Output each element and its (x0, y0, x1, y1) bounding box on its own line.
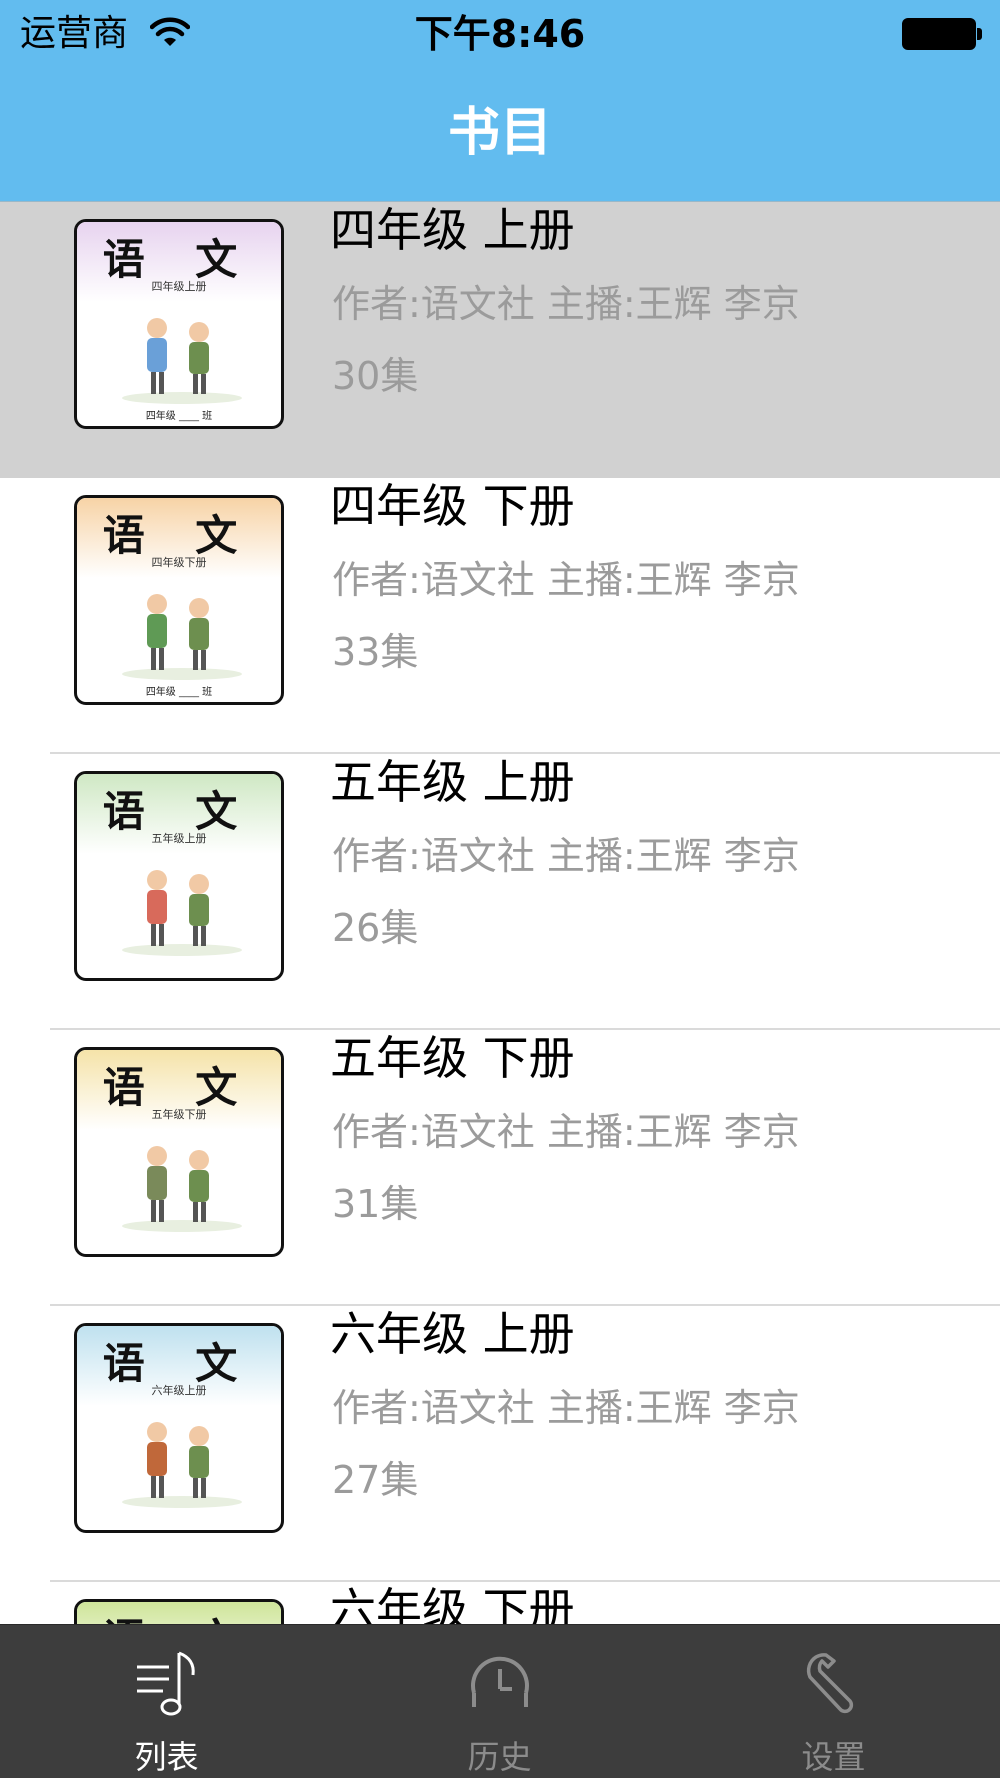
cover-subtitle: 五年级下册 (151, 1108, 207, 1121)
book-row[interactable]: 语 文五年级上册 五年级 上册作者:语文社 主播:王辉 李京 26集 (0, 754, 1000, 1030)
book-author-narrator: 作者:语文社 主播:王辉 李京 (332, 282, 800, 326)
tab-history[interactable]: 历史 (333, 1625, 666, 1778)
episode-count: 31集 (332, 1182, 419, 1226)
book-list[interactable]: 语 文 四年级上册四年级 ____ 班 四年级 上册作者:语文社 主播:王辉 李京 3… (0, 202, 1000, 1624)
status-time: 下午8:46 (414, 12, 586, 56)
book-title: 四年级 下册 (330, 479, 575, 533)
page-title: 书目 (447, 103, 552, 163)
tab-settings[interactable]: 设置 (667, 1625, 1000, 1778)
book-row[interactable]: 语 文五年级下册 五年级 下册作者:语文社 主播:王辉 李京 31集 (0, 1030, 1000, 1306)
book-cover-image: 语 文五年级下册 (74, 1047, 284, 1257)
book-author-narrator: 作者:语文社 主播:王辉 李京 (332, 834, 800, 878)
book-cover-image: 语 文四年级上册 四年级 ____ 班 (74, 219, 284, 429)
book-row[interactable]: 语 文六年级 下册作者:语文社 主播:王辉 李京 (0, 1582, 1000, 1624)
book-cover-image: 语 文 (74, 1599, 284, 1624)
book-row[interactable]: 语 文四年级上册 四年级 ____ 班四年级 上册 作者:语文社 主播:王辉 李京 3… (0, 202, 1000, 478)
cover-footer: 四年级 ____ 班 (145, 687, 213, 698)
episode-count: 30集 (332, 354, 419, 398)
book-cover-image: 语 文四年级下册 四年级 ____ 班 (74, 495, 284, 705)
episode-count: 26集 (332, 906, 419, 950)
wrench-icon (806, 1653, 853, 1714)
cover-title: 语 文 (77, 1606, 281, 1624)
cover-subtitle: 四年级下册 (151, 556, 207, 569)
book-author-narrator: 作者:语文社 主播:王辉 李京 (332, 1386, 800, 1430)
cover-subtitle: 五年级上册 (151, 832, 207, 845)
book-title: 六年级 下册 (330, 1583, 575, 1624)
book-author-narrator: 作者:语文社 主播:王辉 李京 (332, 1110, 800, 1154)
cover-subtitle: 六年级上册 (151, 1384, 207, 1397)
tab-list[interactable]: 列表 (0, 1625, 333, 1778)
book-row[interactable]: 语 文四年级下册 四年级 ____ 班四年级 下册 作者:语文社 主播:王辉 李京 3… (0, 478, 1000, 754)
tab-list-label: 列表 (134, 1738, 199, 1776)
cover-illustration (122, 594, 242, 680)
cover-illustration (122, 1422, 242, 1508)
book-cover-image: 语 文五年级上册 (74, 771, 284, 981)
battery-icon (902, 18, 982, 50)
tab-history-label: 历史 (467, 1738, 532, 1776)
book-list-screen: 运营商 下午8:46 书目 语 文 四年级上册四年级 ____ 班 四年级 上册作者… (0, 0, 1000, 1778)
tab-bar: 列表 历史 设置 (0, 1624, 1000, 1778)
book-row[interactable]: 语 文六年级上册 六年级 上册作者:语文社 主播:王辉 李京 27集 (0, 1306, 1000, 1582)
book-title: 五年级 上册 (330, 755, 575, 809)
cover-illustration (122, 318, 242, 404)
book-author-narrator: 作者:语文社 主播:王辉 李京 (332, 558, 800, 602)
book-cover-image: 语 文六年级上册 (74, 1323, 284, 1533)
clock-icon (470, 1656, 529, 1707)
tab-settings-label: 设置 (801, 1738, 866, 1776)
cover-illustration (122, 870, 242, 956)
cover-subtitle: 四年级上册 (151, 280, 207, 293)
episode-count: 33集 (332, 630, 419, 674)
navigation-header: 运营商 下午8:46 书目 (0, 0, 1000, 202)
music-list-icon (136, 1651, 195, 1716)
status-bar: 运营商 下午8:46 (0, 0, 1000, 70)
cover-illustration (122, 1146, 242, 1232)
book-title: 五年级 下册 (330, 1031, 575, 1085)
episode-count: 27集 (332, 1458, 419, 1502)
cover-footer: 四年级 ____ 班 (145, 411, 213, 422)
book-title: 四年级 上册 (330, 203, 575, 257)
book-title: 六年级 上册 (330, 1307, 575, 1361)
